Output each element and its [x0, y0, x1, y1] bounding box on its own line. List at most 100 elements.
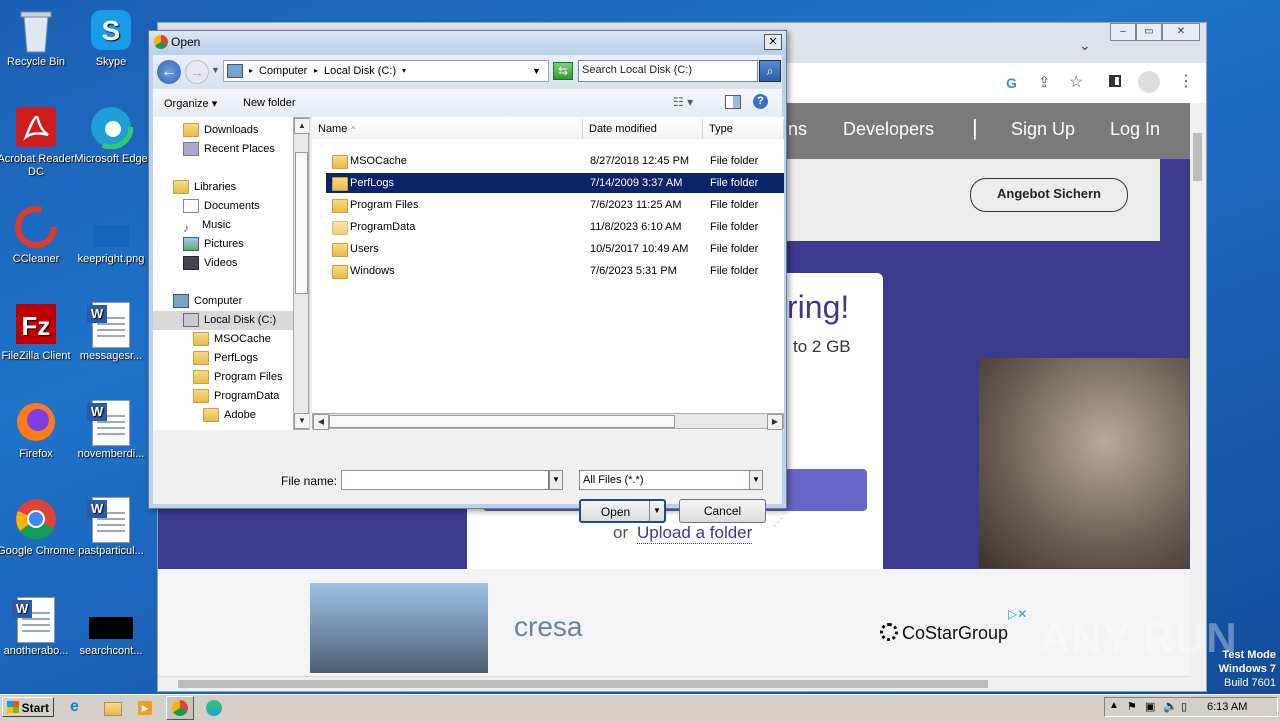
help-icon[interactable]: ? [753, 94, 768, 109]
network-icon[interactable]: ▣ [1145, 700, 1155, 713]
ad-banner[interactable]: cresa CoStarGroup ▷✕ [158, 569, 1190, 677]
address-breadcrumb[interactable]: ▸ Computer ▸ Local Disk (C:) ▾ ▼ [223, 60, 549, 82]
ad-choices-icon[interactable]: ▷✕ [1008, 607, 1027, 621]
file-type-select[interactable]: All Files (*.*) [579, 470, 751, 490]
close-window-button[interactable]: ✕ [1162, 23, 1200, 41]
edge-taskbar-icon[interactable] [206, 698, 226, 718]
tab-search-chevron-icon[interactable]: ⌄ [1079, 37, 1095, 53]
file-list-hscrollbar[interactable]: ◀ ▶ [312, 413, 784, 430]
maximize-button[interactable]: ▭ [1136, 23, 1162, 41]
breadcrumb-chevron-icon[interactable]: ▸ [314, 62, 318, 80]
back-button[interactable]: ← [157, 60, 181, 84]
tree-item-programdata[interactable]: ProgramData [193, 387, 279, 406]
file-list-hscroll-thumb[interactable] [329, 415, 675, 428]
google-icon[interactable]: G [1006, 75, 1017, 91]
scroll-down-icon[interactable]: ▼ [294, 413, 309, 429]
upload-folder-link[interactable]: Upload a folder [637, 523, 753, 544]
tree-item-recent-places[interactable]: Recent Places [183, 140, 275, 159]
dialog-close-button[interactable]: ✕ [764, 34, 782, 50]
column-header-date[interactable]: Date modified [583, 119, 703, 139]
page-vertical-scrollbar[interactable] [1190, 103, 1206, 691]
file-row-windows[interactable]: Windows 7/6/2023 5:31 PM File folder [326, 261, 784, 281]
desktop-icon-anotherabout[interactable]: W anotherabo... [0, 597, 75, 658]
scroll-up-icon[interactable]: ▲ [294, 118, 309, 134]
ie-icon[interactable]: e [70, 698, 90, 718]
angebot-sichern-button[interactable]: Angebot Sichern [970, 178, 1128, 212]
view-options-icon[interactable]: ☷ ▾ [673, 95, 693, 109]
dialog-titlebar[interactable]: Open ✕ [149, 31, 786, 53]
search-input[interactable]: Search Local Disk (C:) [578, 60, 758, 82]
desktop-icon-acrobat[interactable]: Acrobat Reader DC [0, 105, 75, 179]
preview-pane-icon[interactable] [725, 95, 741, 109]
tray-expand-icon[interactable]: ▲ [1109, 700, 1119, 711]
breadcrumb-local-disk[interactable]: Local Disk (C:) [324, 62, 396, 80]
tree-item-music[interactable]: ♪ Music [183, 216, 231, 235]
desktop-icon-firefox[interactable]: Firefox [0, 400, 75, 461]
tree-item-pictures[interactable]: Pictures [183, 235, 244, 254]
search-icon[interactable]: ⌕ [759, 60, 781, 82]
desktop-icon-chrome[interactable]: Google Chrome [0, 497, 75, 558]
nav-item-signup[interactable]: Sign Up [1011, 119, 1075, 140]
tree-item-msocache[interactable]: MSOCache [193, 330, 271, 349]
nav-item-developers[interactable]: Developers [843, 119, 934, 140]
filename-input[interactable] [341, 470, 549, 490]
tree-item-computer[interactable]: Computer [173, 292, 242, 311]
address-dropdown-icon[interactable]: ▼ [532, 62, 541, 80]
desktop-icon-searchcontent[interactable]: searchcont... [72, 597, 150, 658]
action-center-icon[interactable]: ⚑ [1127, 700, 1137, 713]
minimize-button[interactable]: – [1110, 23, 1136, 41]
recent-dropdown-icon[interactable]: ▼ [211, 65, 220, 75]
desktop-icon-keepright[interactable]: keepright.png [72, 205, 150, 266]
file-row-program-files[interactable]: Program Files 7/6/2023 11:25 AM File fol… [326, 195, 784, 215]
profile-avatar-icon[interactable] [1138, 71, 1160, 93]
chrome-taskbar-icon[interactable] [166, 696, 194, 720]
desktop-icon-filezilla[interactable]: Fz FileZilla Client [0, 302, 75, 363]
desktop-icon-edge[interactable]: Microsoft Edge [72, 104, 150, 166]
tree-item-downloads[interactable]: Downloads [183, 121, 258, 140]
desktop-icon-november[interactable]: W novemberdi... [72, 400, 150, 461]
open-split-dropdown-icon[interactable]: ▼ [649, 501, 664, 521]
breadcrumb-chevron-icon[interactable]: ▸ [249, 62, 253, 80]
column-header-type[interactable]: Type [703, 119, 784, 139]
explorer-icon[interactable] [104, 698, 124, 718]
tree-item-documents[interactable]: Documents [183, 197, 260, 216]
volume-icon[interactable]: 🔈 [1163, 699, 1178, 713]
column-header-name[interactable]: Name ^ [312, 119, 583, 139]
breadcrumb-computer[interactable]: Computer [259, 62, 307, 80]
tree-item-adobe[interactable]: Adobe [203, 406, 256, 425]
share-icon[interactable]: ⇪ [1038, 73, 1051, 91]
file-row-users[interactable]: Users 10/5/2017 10:49 AM File folder [326, 239, 784, 259]
media-player-icon[interactable]: ▶ [138, 698, 158, 718]
more-menu-icon[interactable]: ⋮ [1178, 71, 1194, 91]
refresh-button[interactable]: ⇆ [553, 62, 573, 80]
desktop-icon-messages[interactable]: W messagesr... [72, 302, 150, 363]
desktop-icon-ccleaner[interactable]: CCleaner [0, 205, 75, 266]
file-row-perflogs[interactable]: PerfLogs 7/14/2009 3:37 AM File folder [326, 173, 784, 193]
file-row-programdata[interactable]: ProgramData 11/8/2023 6:10 AM File folde… [326, 217, 784, 237]
filename-dropdown-icon[interactable]: ▼ [549, 470, 563, 490]
cancel-button[interactable]: Cancel [679, 499, 766, 523]
resize-grip-icon[interactable]: ⋰ [773, 517, 783, 528]
page-horizontal-scrollbar[interactable] [158, 676, 1190, 691]
forward-button[interactable]: → [185, 60, 209, 84]
start-button[interactable]: Start [2, 697, 54, 717]
scroll-left-icon[interactable]: ◀ [313, 414, 329, 430]
tree-item-libraries[interactable]: Libraries [173, 178, 236, 197]
file-row-msocache[interactable]: MSOCache 8/27/2018 12:45 PM File folder [326, 151, 784, 171]
side-panel-icon[interactable] [1109, 75, 1121, 87]
file-type-dropdown-icon[interactable]: ▼ [749, 470, 763, 490]
scroll-right-icon[interactable]: ▶ [767, 414, 783, 430]
breadcrumb-chevron-icon[interactable]: ▾ [402, 62, 406, 80]
tree-item-local-disk[interactable]: Local Disk (C:) [153, 311, 293, 330]
clock[interactable]: 6:13 AM [1207, 701, 1247, 713]
desktop-icon-skype[interactable]: S Skype [72, 8, 150, 69]
open-button[interactable]: Open ▼ [579, 499, 666, 523]
tree-scrollbar[interactable]: ▲ ▼ [293, 117, 309, 430]
vscroll-thumb[interactable] [1193, 133, 1202, 181]
desktop-icon-pastparticiple[interactable]: W pastparticul... [72, 497, 150, 558]
nav-item-plans[interactable]: ns [788, 119, 807, 140]
desktop-icon-recycle-bin[interactable]: Recycle Bin [0, 8, 75, 69]
organize-menu[interactable]: Organize ▾ [164, 97, 217, 110]
hscroll-thumb[interactable] [178, 680, 988, 688]
tree-item-videos[interactable]: Videos [183, 254, 237, 273]
